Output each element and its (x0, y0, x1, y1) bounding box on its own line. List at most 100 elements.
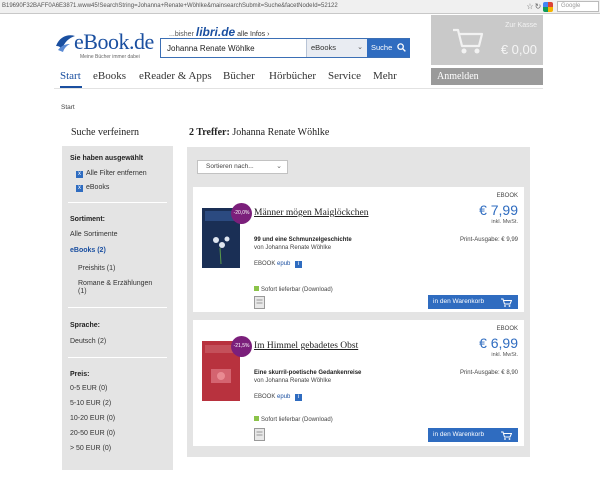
divider (68, 307, 167, 308)
cart-total: € 0,00 (500, 42, 537, 57)
format-line: EBOOK epub i (254, 394, 303, 401)
browser-search-field[interactable]: Google (557, 1, 599, 12)
search-category-value: eBooks (311, 43, 337, 52)
filter-romane[interactable]: Romane & Erzählungen (78, 280, 152, 287)
document-icon (254, 296, 265, 309)
address-bar[interactable]: B19690F32BAFF0A6E3871.www45!SearchString… (2, 1, 522, 12)
nav-hoerbuecher[interactable]: Hörbücher (269, 70, 316, 82)
availability: Sofort lieferbar (Download) (254, 416, 333, 423)
selected-filter-label: eBooks (86, 184, 110, 191)
format-name: EBOOK (254, 394, 276, 400)
google-icon[interactable] (543, 2, 553, 12)
reload-icon[interactable]: ↻ (533, 2, 543, 12)
format-name: EBOOK (254, 261, 276, 267)
filter-ebooks[interactable]: eBooks (2) (70, 247, 106, 254)
all-infos-link[interactable]: alle Infos › (237, 31, 269, 38)
divider (68, 202, 167, 203)
search-bar: eBooks ⌄ Suche (160, 38, 410, 58)
vat-note: inkl. MwSt. (491, 352, 518, 358)
document-icon (254, 428, 265, 441)
add-to-cart-label: in den Warenkorb (433, 298, 485, 305)
selected-filters-heading: Sie haben ausgewählt (70, 155, 144, 162)
checkout-label: Zur Kasse (505, 22, 537, 29)
result-count: 2 Treffer: (189, 127, 230, 138)
available-icon (254, 416, 259, 421)
filter-price-10-20[interactable]: 10-20 EUR (0) (70, 415, 115, 422)
book-title[interactable]: Männer mögen Maiglöckchen (254, 208, 369, 218)
search-icon (397, 43, 406, 52)
search-input[interactable] (161, 39, 306, 57)
price-heading: Preis: (70, 371, 90, 378)
format-label: EBOOK (496, 326, 518, 332)
chevron-down-icon: ⌄ (276, 163, 282, 170)
results-panel: Sortieren nach... ⌄ -20,0% Männer mögen … (187, 147, 530, 457)
availability-text: Sofort lieferbar (Download) (261, 287, 333, 293)
filter-price-50-plus[interactable]: > 50 EUR (0) (70, 445, 111, 452)
libri-notice: ...bisher libri.de alle Infos › (169, 25, 269, 39)
add-to-cart-button[interactable]: in den Warenkorb (428, 295, 518, 309)
info-icon[interactable]: i (295, 261, 303, 268)
shopping-cart-icon (453, 28, 484, 54)
logo-text: eBook.de (74, 29, 154, 54)
filter-romane-count: (1) (78, 288, 87, 295)
nav-mehr[interactable]: Mehr (373, 70, 397, 82)
print-price: Print-Ausgabe: € 8,90 (459, 370, 518, 376)
nav-buecher[interactable]: Bücher (223, 70, 255, 82)
ebook-logo[interactable]: eBook.de Meine Bücher immer dabei (54, 28, 158, 66)
book-author[interactable]: von Johanna Renate Wöhlke (254, 378, 331, 384)
libri-brand: libri.de (195, 25, 236, 39)
selected-filter-ebooks[interactable]: x eBooks (76, 184, 109, 192)
cart-icon (501, 298, 512, 307)
nav-service[interactable]: Service (328, 70, 361, 82)
search-button[interactable]: Suche (367, 39, 410, 57)
vat-note: inkl. MwSt. (491, 219, 518, 225)
cart-widget[interactable]: Zur Kasse € 0,00 (431, 15, 543, 65)
discount-badge: -21,5% (231, 336, 252, 357)
book-subtitle: 99 und eine Schmunzelgeschichte (254, 237, 352, 243)
book-author[interactable]: von Johanna Renate Wöhlke (254, 245, 331, 251)
filter-language-deutsch[interactable]: Deutsch (2) (70, 338, 106, 345)
filter-price-5-10[interactable]: 5-10 EUR (2) (70, 400, 111, 407)
filter-price-0-5[interactable]: 0-5 EUR (0) (70, 385, 107, 392)
remove-all-filters[interactable]: x Alle Filter entfernen (76, 170, 147, 178)
divider (68, 357, 167, 358)
result-query: Johanna Renate Wöhlke (232, 127, 330, 138)
filter-price-20-50[interactable]: 20-50 EUR (0) (70, 430, 115, 437)
remove-filter-icon: x (76, 171, 83, 178)
logo-swoosh-icon (56, 35, 75, 52)
remove-filter-icon: x (76, 185, 83, 192)
sort-select[interactable]: Sortieren nach... ⌄ (197, 160, 288, 174)
book-subtitle: Eine skurril-poetische Gedankenreise (254, 370, 362, 376)
add-to-cart-button[interactable]: in den Warenkorb (428, 428, 518, 442)
print-price: Print-Ausgabe: € 9,99 (459, 237, 518, 243)
book-price: € 6,99 (479, 335, 518, 351)
logo-tagline: Meine Bücher immer dabei (80, 54, 140, 60)
book-title[interactable]: Im Himmel gebadetes Obst (254, 341, 358, 351)
refine-search-title: Suche verfeinern (71, 127, 140, 138)
availability: Sofort lieferbar (Download) (254, 286, 333, 293)
language-heading: Sprache: (70, 322, 100, 329)
chevron-down-icon: ⌄ (357, 44, 363, 51)
result-card: -21,5% Im Himmel gebadetes Obst Eine sku… (193, 320, 524, 446)
filter-all-assortments[interactable]: Alle Sortimente (70, 231, 117, 238)
info-icon[interactable]: i (295, 394, 303, 401)
nav-ereader-apps[interactable]: eReader & Apps (139, 70, 212, 82)
nav-ebooks[interactable]: eBooks (93, 70, 126, 82)
discount-badge: -20,0% (231, 203, 252, 224)
nav-start[interactable]: Start (60, 70, 81, 82)
breadcrumb[interactable]: Start (61, 104, 75, 111)
assortment-heading: Sortiment: (70, 216, 105, 223)
availability-text: Sofort lieferbar (Download) (261, 417, 333, 423)
book-price: € 7,99 (479, 202, 518, 218)
browser-toolbar: B19690F32BAFF0A6E3871.www45!SearchString… (0, 0, 600, 14)
search-category-select[interactable]: eBooks ⌄ (306, 39, 367, 57)
format-epub[interactable]: epub (277, 394, 290, 400)
available-icon (254, 286, 259, 291)
remove-all-filters-label: Alle Filter entfernen (86, 170, 147, 177)
filter-preishits[interactable]: Preishits (1) (78, 265, 115, 272)
login-button[interactable]: Anmelden (431, 68, 543, 85)
add-to-cart-label: in den Warenkorb (433, 431, 485, 438)
previously-label: ...bisher (169, 31, 194, 38)
format-line: EBOOK epub i (254, 261, 303, 268)
format-epub[interactable]: epub (277, 261, 290, 267)
